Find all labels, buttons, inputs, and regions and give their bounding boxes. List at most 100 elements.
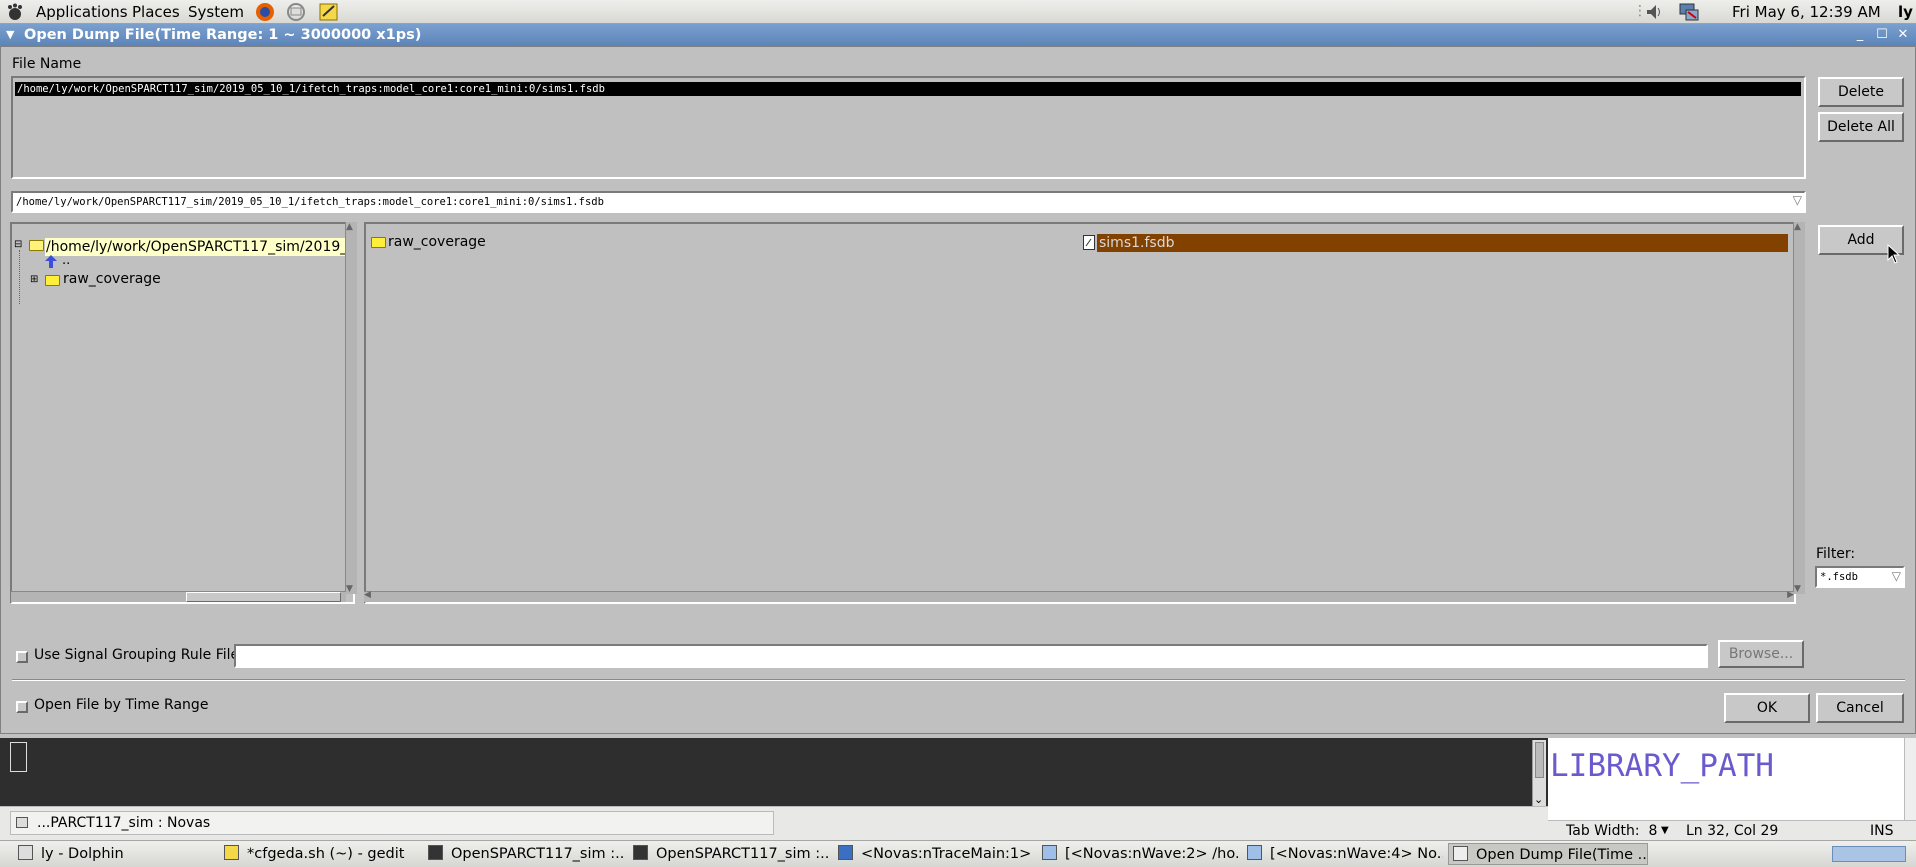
task-label: ly - Dolphin xyxy=(41,846,124,862)
text-editor-icon[interactable] xyxy=(318,1,340,22)
terminal-window[interactable] xyxy=(0,738,1548,806)
grouping-rule-checkbox[interactable] xyxy=(16,651,28,663)
nwave-icon xyxy=(1042,845,1057,860)
tree-parent-dir[interactable]: .. xyxy=(62,253,70,268)
path-dropdown-icon[interactable]: ▽ xyxy=(1793,193,1802,207)
files-horizontal-scrollbar[interactable]: ◀ ▶ xyxy=(364,590,1794,602)
dolphin-icon xyxy=(18,845,33,860)
editor-text[interactable]: LIBRARY_PATH xyxy=(1550,748,1774,784)
filter-input[interactable]: *.fsdb xyxy=(1820,571,1858,583)
minimize-icon[interactable]: _ xyxy=(1852,28,1868,42)
file-item-sims1-fsdb[interactable]: sims1.fsdb xyxy=(1097,234,1788,252)
tree-horizontal-scrollbar[interactable] xyxy=(11,591,346,602)
tree-scroll-thumb[interactable] xyxy=(186,592,341,602)
task-dolphin[interactable]: ly - Dolphin xyxy=(14,843,214,865)
dialog-icon xyxy=(1453,846,1468,861)
tree-root-path[interactable]: /home/ly/work/OpenSPARCT117_sim/2019_05_ xyxy=(45,238,349,256)
editor-scrollbar[interactable] xyxy=(1904,738,1916,820)
file-icon xyxy=(1083,235,1095,250)
scroll-down-icon[interactable]: ▼ xyxy=(346,584,353,594)
files-vertical-scrollbar[interactable]: ▲ ▼ xyxy=(1793,222,1805,594)
terminal-scroll-thumb[interactable] xyxy=(1535,742,1544,778)
file-name-label: File Name xyxy=(12,56,82,72)
mouse-cursor-icon xyxy=(1887,244,1901,264)
dialog-divider xyxy=(12,679,1905,681)
delete-all-button[interactable]: Delete All xyxy=(1818,112,1904,142)
gedit-editor[interactable]: LIBRARY_PATH xyxy=(1548,738,1916,820)
task-nwave-2[interactable]: [<Novas:nWave:2> /ho... xyxy=(1038,843,1238,865)
tree-vertical-scrollbar[interactable]: ▲ ▼ xyxy=(345,222,357,594)
novas-icon xyxy=(838,845,853,860)
top-panel: Applications Places System ⋮ Fri May 6, … xyxy=(0,0,1916,24)
maximize-icon[interactable]: ☐ xyxy=(1874,28,1890,42)
firefox-icon[interactable] xyxy=(254,2,276,22)
browse-button[interactable]: Browse... xyxy=(1718,640,1804,668)
scroll-left-icon[interactable]: ◀ xyxy=(364,590,371,600)
terminal-scrollbar[interactable]: ⌄ xyxy=(1532,740,1546,806)
task-label: [<Novas:nWave:2> /ho... xyxy=(1065,846,1238,862)
insert-mode: INS xyxy=(1870,823,1894,839)
network-icon[interactable] xyxy=(1678,2,1700,22)
selected-file-entry[interactable]: /home/ly/work/OpenSPARCT117_sim/2019_05_… xyxy=(15,82,1801,96)
ok-button[interactable]: OK xyxy=(1724,693,1810,723)
folder-icon xyxy=(371,237,386,248)
mail-client-icon[interactable] xyxy=(285,2,307,22)
clock[interactable]: Fri May 6, 12:39 AM xyxy=(1732,1,1881,23)
minimized-window-bar: ...PARCT117_sim : Novas xyxy=(0,806,1548,840)
task-label: <Novas:nTraceMain:1> xyxy=(861,846,1032,862)
terminal-icon xyxy=(428,845,443,860)
task-gedit[interactable]: *cfgeda.sh (~) - gedit xyxy=(220,843,420,865)
dialog-title: Open Dump File(Time Range: 1 ~ 3000000 x… xyxy=(24,27,422,43)
tree-expand-icon[interactable]: ⊞ xyxy=(30,275,38,285)
open-folder-icon xyxy=(29,240,44,251)
grouping-rule-label: Use Signal Grouping Rule File: xyxy=(34,647,244,663)
tree-child-folder[interactable]: raw_coverage xyxy=(63,271,161,287)
delete-button[interactable]: Delete xyxy=(1818,77,1904,107)
scroll-up-icon[interactable]: ▲ xyxy=(346,222,353,232)
dialog-title-bar[interactable]: ▼ Open Dump File(Time Range: 1 ~ 3000000… xyxy=(0,24,1916,46)
workspace-switcher[interactable] xyxy=(1832,846,1906,862)
task-label: [<Novas:nWave:4> No... xyxy=(1270,846,1443,862)
task-open-dump-file[interactable]: Open Dump File(Time ... xyxy=(1448,843,1648,865)
menu-applications[interactable]: Applications xyxy=(36,1,128,23)
grouping-rule-input[interactable] xyxy=(234,644,1708,668)
file-list-pane[interactable]: raw_coverage sims1.fsdb xyxy=(364,222,1796,604)
task-terminal-2[interactable]: OpenSPARCT117_sim :... xyxy=(629,843,829,865)
volume-icon[interactable] xyxy=(1645,3,1663,21)
tree-collapse-icon[interactable]: ⊟ xyxy=(14,240,22,250)
task-label: Open Dump File(Time ... xyxy=(1476,847,1648,863)
task-ntracemain[interactable]: <Novas:nTraceMain:1> xyxy=(834,843,1034,865)
menu-system[interactable]: System xyxy=(188,1,244,23)
filter-combo[interactable]: *.fsdb ▽ xyxy=(1815,566,1905,588)
scroll-up-icon[interactable]: ▲ xyxy=(1794,222,1801,232)
time-range-checkbox[interactable] xyxy=(16,701,28,713)
cancel-button[interactable]: Cancel xyxy=(1816,693,1904,723)
cursor-position: Ln 32, Col 29 xyxy=(1686,823,1779,839)
filter-label: Filter: xyxy=(1816,546,1856,562)
time-range-label: Open File by Time Range xyxy=(34,697,209,713)
scroll-down-icon[interactable]: ▼ xyxy=(1794,584,1801,594)
user-name[interactable]: ly xyxy=(1898,1,1913,23)
path-input[interactable]: /home/ly/work/OpenSPARCT117_sim/2019_05_… xyxy=(16,195,1776,209)
terminal-cursor xyxy=(10,742,27,772)
tab-width-dropdown-icon[interactable]: ▼ xyxy=(1661,821,1669,841)
file-item-raw-coverage[interactable]: raw_coverage xyxy=(388,234,486,250)
gnome-foot-icon[interactable] xyxy=(6,3,22,21)
up-arrow-icon xyxy=(45,255,57,268)
menu-places[interactable]: Places xyxy=(132,1,180,23)
path-combo[interactable]: /home/ly/work/OpenSPARCT117_sim/2019_05_… xyxy=(11,191,1806,213)
filter-dropdown-icon[interactable]: ▽ xyxy=(1892,569,1901,583)
directory-tree-pane[interactable]: ⊟ /home/ly/work/OpenSPARCT117_sim/2019_0… xyxy=(10,222,355,604)
task-terminal-1[interactable]: OpenSPARCT117_sim :... xyxy=(424,843,624,865)
task-label: *cfgeda.sh (~) - gedit xyxy=(247,846,405,862)
tab-width-selector[interactable]: Tab Width: 8 xyxy=(1566,821,1657,841)
window-menu-icon[interactable]: ▼ xyxy=(6,24,14,46)
task-nwave-4[interactable]: [<Novas:nWave:4> No... xyxy=(1243,843,1443,865)
file-list-box[interactable]: /home/ly/work/OpenSPARCT117_sim/2019_05_… xyxy=(11,76,1806,179)
scroll-right-icon[interactable]: ▶ xyxy=(1787,590,1794,600)
terminal-icon xyxy=(16,817,28,828)
gedit-icon xyxy=(224,845,239,860)
close-icon[interactable]: ✕ xyxy=(1895,28,1911,42)
scroll-down-icon[interactable]: ⌄ xyxy=(1534,793,1543,806)
minimized-window-tab[interactable]: ...PARCT117_sim : Novas xyxy=(10,811,774,835)
